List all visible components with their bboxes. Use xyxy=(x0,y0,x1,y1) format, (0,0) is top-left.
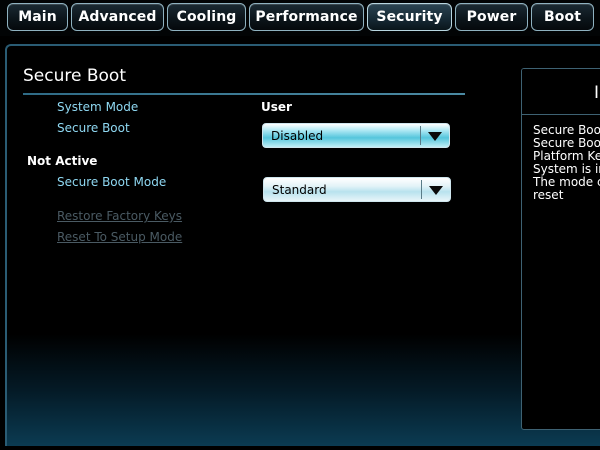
restore-factory-keys-link[interactable]: Restore Factory Keys xyxy=(57,209,182,223)
system-mode-label: System Mode xyxy=(57,100,139,114)
secure-boot-mode-label: Secure Boot Mode xyxy=(57,175,167,189)
dropdown-separator xyxy=(420,126,421,145)
tab-security[interactable]: Security xyxy=(367,3,452,31)
help-line: reset xyxy=(533,188,564,202)
secure-boot-dropdown-value: Disabled xyxy=(271,129,324,143)
help-panel: In Secure Boot Secure Boot Platform Key … xyxy=(521,68,600,430)
chevron-down-icon[interactable] xyxy=(428,183,444,197)
secure-boot-status: Not Active xyxy=(27,154,98,168)
title-divider xyxy=(23,93,465,95)
dropdown-separator xyxy=(421,180,422,199)
secure-boot-mode-dropdown[interactable]: Standard xyxy=(263,177,451,202)
tab-advanced[interactable]: Advanced xyxy=(71,3,164,31)
help-title: In xyxy=(594,83,600,103)
tab-bar: Main Advanced Cooling Performance Securi… xyxy=(0,0,600,36)
system-mode-value: User xyxy=(261,100,292,114)
help-header: In xyxy=(522,69,600,115)
secure-boot-label: Secure Boot xyxy=(57,121,130,135)
secure-boot-panel: Secure Boot System Mode User Secure Boot… xyxy=(5,44,600,446)
secure-boot-mode-dropdown-value: Standard xyxy=(272,183,327,197)
page-title: Secure Boot xyxy=(23,66,126,86)
tab-cooling[interactable]: Cooling xyxy=(167,3,246,31)
tab-main[interactable]: Main xyxy=(7,3,68,31)
chevron-down-icon[interactable] xyxy=(427,129,443,143)
reset-to-setup-mode-link[interactable]: Reset To Setup Mode xyxy=(57,230,182,244)
tab-power[interactable]: Power xyxy=(455,3,528,31)
secure-boot-dropdown[interactable]: Disabled xyxy=(262,123,450,148)
tab-performance[interactable]: Performance xyxy=(249,3,364,31)
tab-boot[interactable]: Boot xyxy=(531,3,594,31)
help-text: Secure Boot Secure Boot Platform Key Sys… xyxy=(533,124,600,202)
